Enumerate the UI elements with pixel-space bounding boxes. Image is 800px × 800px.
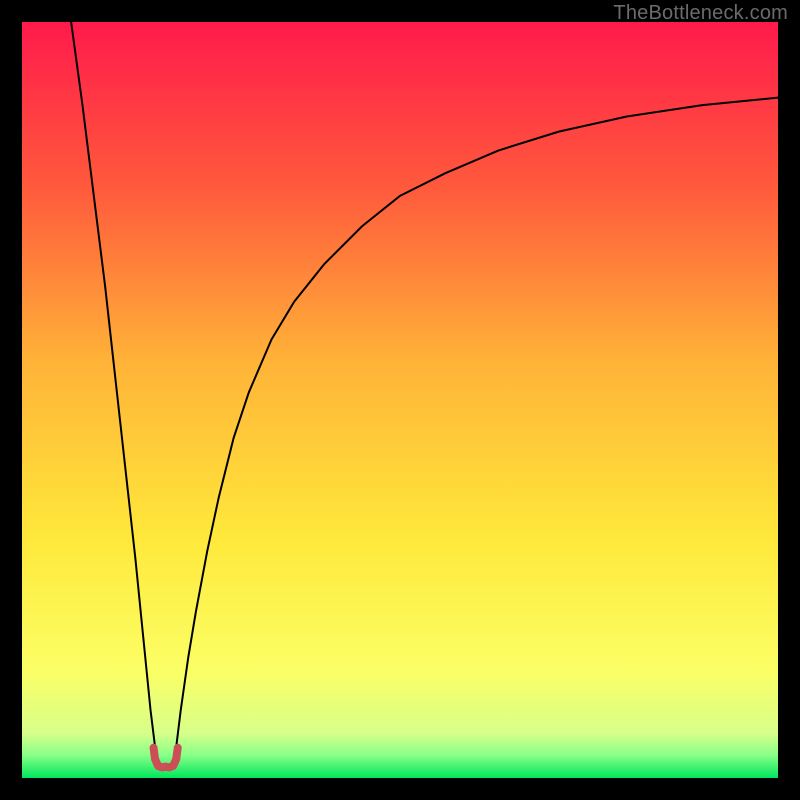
chart-frame: TheBottleneck.com (0, 0, 800, 800)
bottleneck-chart (22, 22, 778, 778)
chart-background (22, 22, 778, 778)
